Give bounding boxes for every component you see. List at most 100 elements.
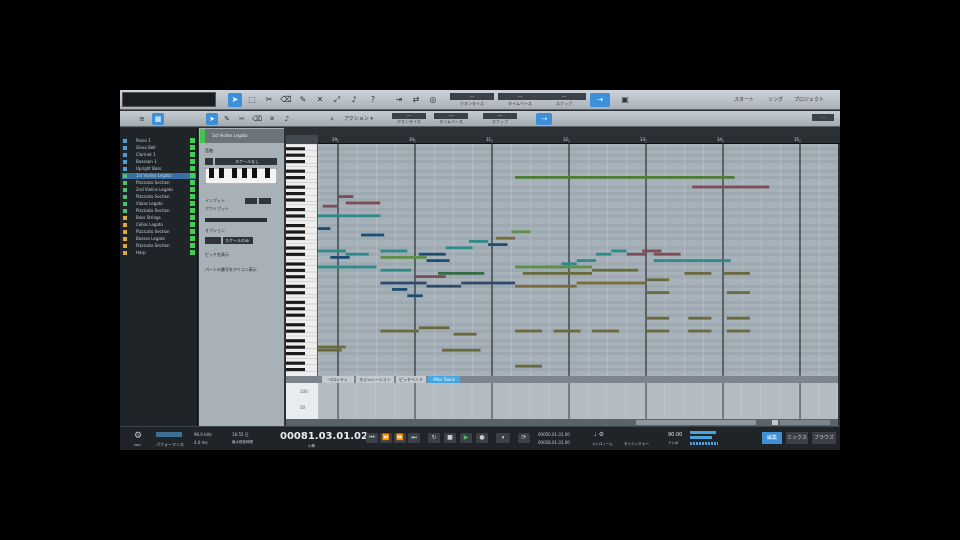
horizontal-scrollbar[interactable]: [286, 419, 838, 426]
midi-note[interactable]: [726, 316, 750, 320]
black-key[interactable]: [286, 208, 305, 212]
midi-note[interactable]: [515, 284, 577, 288]
midi-note[interactable]: [646, 316, 670, 320]
midi-note[interactable]: [653, 259, 731, 262]
sync-icon[interactable]: ◎: [426, 93, 440, 107]
forward-end-icon[interactable]: ⏭: [408, 433, 420, 443]
eraser-tool-icon[interactable]: ⌫: [279, 93, 293, 107]
black-key[interactable]: [286, 214, 305, 218]
midi-note[interactable]: [522, 272, 593, 275]
track-visible-checkbox[interactable]: [190, 208, 195, 213]
input-select[interactable]: [245, 198, 257, 204]
editor-zoom-icon[interactable]: ⌕: [326, 113, 338, 125]
nav-start[interactable]: スタート: [734, 96, 754, 103]
punch-button[interactable]: ⏸: [496, 433, 510, 443]
midi-note[interactable]: [318, 265, 377, 269]
midi-note[interactable]: [688, 316, 712, 320]
track-visible-checkbox[interactable]: [190, 250, 195, 255]
midi-note[interactable]: [380, 268, 412, 272]
output-select[interactable]: [259, 198, 271, 204]
track-visible-checkbox[interactable]: [190, 173, 195, 178]
grid-view-icon[interactable]: ▦: [152, 113, 164, 125]
midi-note[interactable]: [726, 291, 750, 294]
midi-note[interactable]: [511, 230, 531, 234]
black-key[interactable]: [286, 291, 305, 295]
midi-note[interactable]: [330, 256, 350, 259]
listen-tool-icon[interactable]: ♪: [347, 93, 361, 107]
black-key[interactable]: [286, 198, 305, 202]
stop-button[interactable]: ■: [444, 433, 456, 443]
track-row[interactable]: 1st Violins Legato: [122, 173, 196, 179]
tab-velocity[interactable]: ベロシティ: [322, 376, 354, 383]
option-mode-select[interactable]: [205, 237, 221, 244]
midi-note[interactable]: [380, 329, 419, 333]
track-visible-checkbox[interactable]: [190, 180, 195, 185]
midi-note[interactable]: [688, 329, 712, 333]
midi-note[interactable]: [595, 252, 612, 256]
black-key[interactable]: [286, 307, 305, 311]
black-key[interactable]: [286, 185, 305, 189]
midi-note[interactable]: [646, 291, 670, 294]
piano-keyboard[interactable]: [286, 144, 318, 376]
midi-note[interactable]: [345, 201, 381, 205]
snap-select[interactable]: ---: [542, 93, 586, 100]
timebase-select[interactable]: ---: [498, 93, 542, 100]
rewind-start-icon[interactable]: ⏮: [366, 433, 378, 443]
midi-note[interactable]: [380, 249, 408, 253]
midi-note[interactable]: [361, 233, 385, 237]
black-key[interactable]: [286, 339, 305, 343]
track-row[interactable]: Pizzicato Section: [122, 229, 196, 235]
midi-note[interactable]: [642, 249, 662, 253]
nav-song[interactable]: ソング: [768, 96, 783, 103]
midi-note[interactable]: [495, 236, 516, 240]
black-key[interactable]: [286, 275, 305, 279]
track-row[interactable]: Bassoon 1: [122, 159, 196, 165]
black-key[interactable]: [286, 345, 305, 349]
track-row[interactable]: Harp: [122, 250, 196, 256]
timeline-ruler[interactable]: 29 30 31 32 33 34 35: [318, 135, 840, 144]
scroll-thumb[interactable]: [636, 420, 756, 425]
midi-note[interactable]: [461, 281, 516, 285]
list-view-icon[interactable]: ≡: [136, 113, 148, 125]
midi-note[interactable]: [407, 294, 423, 298]
midi-note[interactable]: [515, 329, 542, 333]
play-button[interactable]: ▶: [460, 433, 472, 443]
action-menu[interactable]: アクション ▾: [344, 115, 373, 122]
fast-forward-icon[interactable]: ⏩: [394, 433, 406, 443]
midi-note[interactable]: [515, 364, 542, 368]
midi-note[interactable]: [692, 185, 770, 189]
black-key[interactable]: [286, 246, 305, 250]
edit-mode-button[interactable]: 編集: [762, 432, 782, 444]
track-visible-checkbox[interactable]: [190, 159, 195, 164]
bend-tool-icon[interactable]: ⤢: [330, 93, 344, 107]
midi-note[interactable]: [576, 281, 646, 285]
midi-note[interactable]: [442, 348, 481, 352]
loop-button[interactable]: ↻: [428, 433, 440, 443]
track-visible-checkbox[interactable]: [190, 222, 195, 227]
track-row[interactable]: Basses Legato: [122, 236, 196, 242]
black-key[interactable]: [286, 160, 305, 164]
black-key[interactable]: [286, 268, 305, 272]
track-visible-checkbox[interactable]: [190, 187, 195, 192]
track-row[interactable]: Violas Legato: [122, 201, 196, 207]
midi-note[interactable]: [515, 265, 593, 269]
metronome-icon[interactable]: ♩ ⚙: [594, 431, 604, 438]
midi-note[interactable]: [488, 243, 508, 246]
black-key[interactable]: [286, 252, 305, 256]
midi-note[interactable]: [380, 281, 427, 285]
midi-monitor-icon[interactable]: ⚙: [134, 431, 142, 441]
black-key[interactable]: [286, 192, 305, 196]
track-row[interactable]: Pizzicato Section: [122, 208, 196, 214]
track-visible-checkbox[interactable]: [190, 201, 195, 206]
editor-options-icon[interactable]: ···: [812, 114, 834, 121]
midi-note[interactable]: [453, 332, 477, 336]
track-visible-checkbox[interactable]: [190, 138, 195, 143]
midi-note[interactable]: [322, 204, 338, 208]
midi-note[interactable]: [592, 268, 639, 272]
midi-note[interactable]: [318, 348, 342, 352]
black-key[interactable]: [286, 284, 305, 288]
scale-select[interactable]: スケールなし: [215, 158, 277, 165]
tab-modulation[interactable]: モジュレーション: [356, 376, 394, 383]
editor-snap-toggle[interactable]: ⇢: [536, 113, 552, 125]
track-row[interactable]: Upright Bass: [122, 166, 196, 172]
